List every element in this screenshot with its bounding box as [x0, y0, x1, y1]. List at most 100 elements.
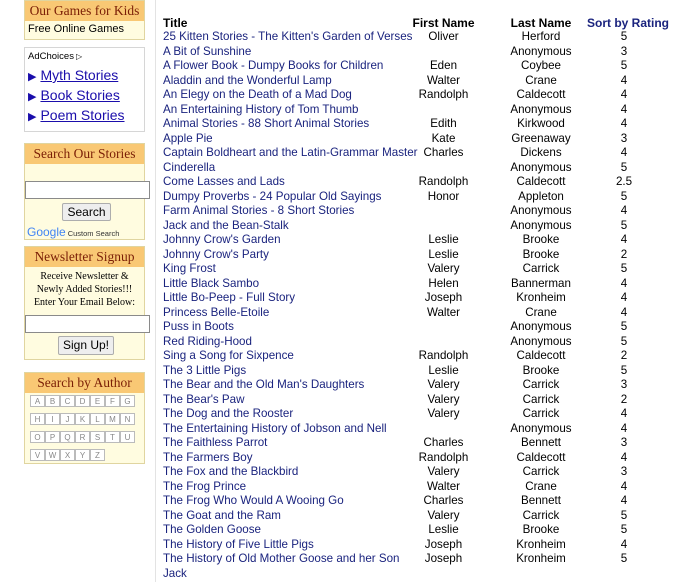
story-title-link[interactable]: The Frog Prince	[163, 480, 246, 495]
author-letter-b[interactable]: B	[45, 395, 60, 407]
adchoices-label[interactable]: AdChoices ▷	[25, 48, 144, 65]
story-title-link[interactable]: Come Lasses and Lads	[163, 175, 285, 190]
author-letter-r[interactable]: R	[75, 431, 90, 443]
search-input[interactable]	[25, 181, 150, 199]
last-name-cell: Brooke	[522, 363, 560, 377]
story-title-link[interactable]: The Bear and the Old Man's Daughters	[163, 378, 364, 393]
ad-link-myth-stories[interactable]: ▶ Myth Stories	[25, 65, 144, 85]
author-letter-q[interactable]: Q	[60, 431, 75, 443]
story-title-link[interactable]: An Elegy on the Death of a Mad Dog	[163, 88, 352, 103]
story-title-link[interactable]: The 3 Little Pigs	[163, 364, 246, 379]
author-letter-f[interactable]: F	[105, 395, 120, 407]
story-title-link[interactable]: The Farmers Boy	[163, 451, 253, 466]
rating-cell: 5	[620, 59, 628, 72]
author-letter-t[interactable]: T	[105, 431, 120, 443]
sort-by-rating-link[interactable]: Sort by Rating	[587, 16, 669, 30]
story-title-link[interactable]: The Frog Who Would A Wooing Go	[163, 494, 344, 509]
story-title-link[interactable]: Puss in Boots	[163, 320, 234, 335]
story-title-link[interactable]: 25 Kitten Stories - The Kitten's Garden …	[163, 30, 412, 45]
author-letter-g[interactable]: G	[120, 395, 135, 407]
story-title-link[interactable]: Dumpy Proverbs - 24 Popular Old Sayings	[163, 190, 381, 205]
author-letter-o[interactable]: O	[30, 431, 45, 443]
story-title-link[interactable]: The Entertaining History of Jobson and N…	[163, 422, 387, 437]
author-letter-u[interactable]: U	[120, 431, 135, 443]
author-letter-w[interactable]: W	[45, 449, 60, 461]
first-name-cell: Valery	[427, 392, 460, 406]
story-table: Title First Name Last Name Sort by Ratin…	[155, 0, 680, 582]
rating-cell: 5	[620, 262, 628, 275]
author-letter-d[interactable]: D	[75, 395, 90, 407]
story-title-link[interactable]: Animal Stories - 88 Short Animal Stories	[163, 117, 369, 132]
story-title-link[interactable]: Sing a Song for Sixpence	[163, 349, 294, 364]
story-title-link[interactable]: The Dog and the Rooster	[163, 407, 293, 422]
story-title-link[interactable]: Aladdin and the Wonderful Lamp	[163, 74, 332, 89]
author-letter-h[interactable]: H	[30, 413, 45, 425]
last-name-cell: Carrick	[522, 465, 560, 478]
story-title-link[interactable]: Johnny Crow's Garden	[163, 233, 281, 248]
story-title-link[interactable]: A Flower Book - Dumpy Books for Children	[163, 59, 383, 74]
author-letter-n[interactable]: N	[120, 413, 135, 425]
first-name-cell: Valery	[427, 262, 460, 275]
first-name-cell: Edith	[430, 117, 457, 130]
search-box-title: Search Our Stories	[25, 144, 144, 164]
story-title-link[interactable]: Red Riding-Hood	[163, 335, 252, 350]
rating-cell: 4	[620, 204, 628, 217]
newsletter-title: Newsletter Signup	[25, 247, 144, 267]
newsletter-text: Receive Newsletter & Newly Added Stories…	[33, 271, 136, 308]
author-letter-y[interactable]: Y	[75, 449, 90, 461]
author-letter-m[interactable]: M	[105, 413, 120, 425]
rating-cell: 5	[620, 320, 628, 333]
story-title-link[interactable]: King Frost	[163, 262, 216, 277]
last-name-cell: Carrick	[522, 407, 560, 420]
first-name-cell: Joseph	[424, 537, 463, 551]
ad-link-book-stories[interactable]: ▶ Book Stories	[25, 85, 144, 105]
story-title-link[interactable]: Cinderella	[163, 161, 215, 176]
first-name-cell: Kate	[431, 131, 456, 145]
author-letter-v[interactable]: V	[30, 449, 45, 461]
last-name-cell: Kronheim	[516, 552, 566, 565]
story-title-link[interactable]: Princess Belle-Etoile	[163, 306, 269, 321]
last-name-cell: Caldecott	[516, 349, 566, 362]
story-title-link[interactable]: Farm Animal Stories - 8 Short Stories	[163, 204, 354, 219]
author-letter-z[interactable]: Z	[90, 449, 105, 461]
author-letter-p[interactable]: P	[45, 431, 60, 443]
first-name-cell: Leslie	[428, 233, 459, 246]
author-letter-a[interactable]: A	[30, 395, 45, 407]
story-title-link[interactable]: Jack and the Bean-Stalk	[163, 219, 289, 234]
story-title-link[interactable]: Johnny Crow's Party	[163, 248, 269, 263]
story-title-link[interactable]: Jack	[163, 567, 187, 582]
story-title-link[interactable]: Little Bo-Peep - Full Story	[163, 291, 295, 306]
author-letter-x[interactable]: X	[60, 449, 75, 461]
story-title-link[interactable]: Captain Boldheart and the Latin-Grammar …	[163, 146, 418, 161]
story-title-link[interactable]: The Goat and the Ram	[163, 509, 281, 524]
author-letter-e[interactable]: E	[90, 395, 105, 407]
story-title-link[interactable]: The Faithless Parrot	[163, 436, 267, 451]
free-online-games-link[interactable]: Free Online Games	[25, 21, 144, 35]
rating-cell: 5	[620, 363, 628, 377]
story-title-link[interactable]: The History of Five Little Pigs	[163, 538, 314, 553]
last-name-cell: Carrick	[522, 508, 560, 522]
author-letter-j[interactable]: J	[60, 413, 75, 425]
last-name-cell: Crane	[525, 305, 557, 319]
author-letter-l[interactable]: L	[90, 413, 105, 425]
story-title-link[interactable]: Apple Pie	[163, 132, 213, 147]
first-name-cell: Joseph	[424, 552, 463, 565]
story-title-link[interactable]: The Fox and the Blackbird	[163, 465, 298, 480]
author-letter-i[interactable]: I	[45, 413, 60, 425]
first-name-cell: Valery	[427, 465, 460, 478]
email-field[interactable]	[25, 315, 150, 333]
story-title-link[interactable]: The Bear's Paw	[163, 393, 244, 408]
search-button[interactable]: Search	[62, 203, 111, 221]
sign-up-button[interactable]: Sign Up!	[58, 336, 114, 355]
story-title-link[interactable]: A Bit of Sunshine	[163, 45, 251, 60]
story-title-link[interactable]: The Golden Goose	[163, 523, 261, 538]
author-letter-s[interactable]: S	[90, 431, 105, 443]
author-letter-c[interactable]: C	[60, 395, 75, 407]
last-name-cell: Carrick	[522, 392, 560, 406]
story-title-link[interactable]: The History of Old Mother Goose and her …	[163, 552, 400, 567]
author-letter-k[interactable]: K	[75, 413, 90, 425]
story-title-link[interactable]: An Entertaining History of Tom Thumb	[163, 103, 358, 118]
story-title-link[interactable]: Little Black Sambo	[163, 277, 259, 292]
last-name-cell: Anonymous	[510, 102, 572, 116]
ad-link-poem-stories[interactable]: ▶ Poem Stories	[25, 105, 144, 125]
